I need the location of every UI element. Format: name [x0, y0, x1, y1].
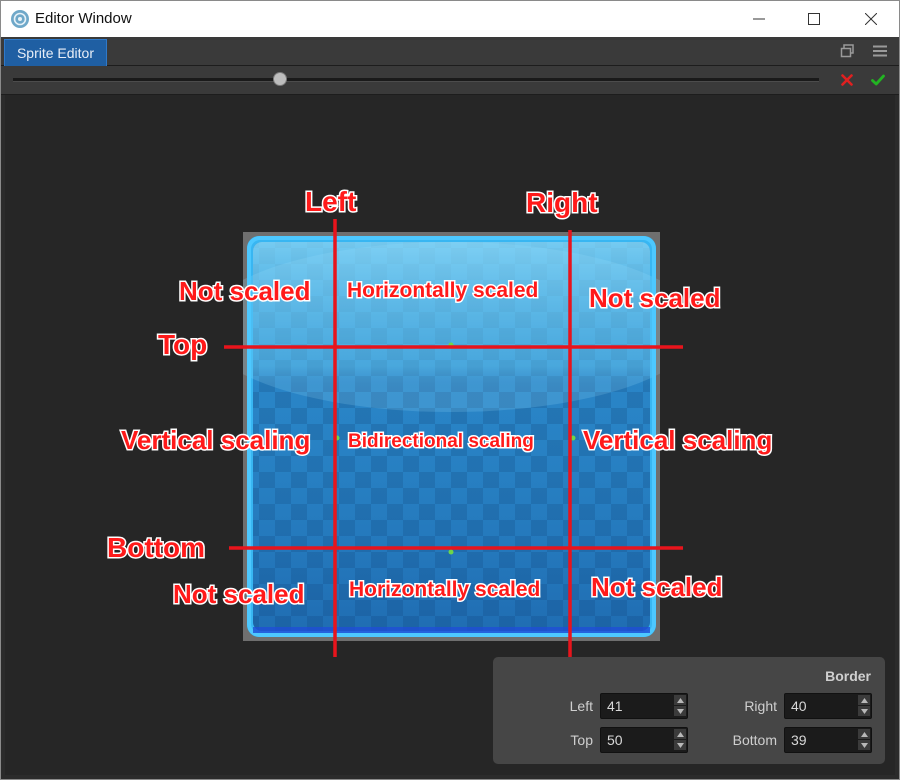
check-icon	[871, 74, 885, 86]
arrow-up-icon	[676, 697, 684, 703]
border-left-increment-button[interactable]	[674, 695, 686, 705]
label-right: Right	[526, 187, 598, 218]
label-bottom: Bottom	[107, 532, 205, 563]
border-bottom-increment-button[interactable]	[858, 729, 870, 739]
region-bottom-left: Not scaled	[173, 579, 305, 609]
border-right-field	[784, 693, 872, 719]
popout-icon[interactable]	[839, 42, 857, 60]
tab-sprite-editor[interactable]: Sprite Editor	[4, 39, 107, 66]
border-top-field	[600, 727, 688, 753]
border-bottom-decrement-button[interactable]	[858, 740, 870, 750]
border-panel-title: Border	[825, 668, 871, 684]
apply-button[interactable]	[868, 70, 888, 90]
border-right-decrement-button[interactable]	[858, 706, 870, 716]
region-mid-right: Vertical scaling	[583, 425, 772, 455]
border-top-label: Top	[570, 732, 593, 748]
border-bottom-label: Bottom	[732, 732, 777, 748]
border-bottom-input[interactable]	[785, 728, 853, 752]
border-top-input[interactable]	[601, 728, 669, 752]
x-icon	[841, 74, 853, 86]
arrow-up-icon	[860, 697, 868, 703]
maximize-button[interactable]	[786, 1, 842, 37]
arrow-down-icon	[860, 742, 868, 748]
arrow-down-icon	[676, 742, 684, 748]
border-top-increment-button[interactable]	[674, 729, 686, 739]
hamburger-menu-icon[interactable]	[871, 42, 889, 60]
border-top-decrement-button[interactable]	[674, 740, 686, 750]
editor-window: Editor Window Sprite Editor Left Right T…	[0, 0, 900, 780]
arrow-up-icon	[676, 731, 684, 737]
close-icon	[865, 13, 877, 25]
title-bar: Editor Window	[1, 1, 899, 37]
arrow-down-icon	[676, 708, 684, 714]
minimize-icon	[753, 18, 765, 20]
border-right-increment-button[interactable]	[858, 695, 870, 705]
region-mid-left: Vertical scaling	[121, 425, 310, 455]
maximize-icon	[808, 13, 820, 25]
toolbar	[1, 66, 899, 95]
border-panel: Border Left Right	[493, 657, 885, 764]
border-left-label: Left	[569, 698, 593, 714]
region-bottom-center: Horizontally scaled	[349, 578, 540, 601]
label-top: Top	[158, 329, 207, 360]
border-left-field	[600, 693, 688, 719]
zoom-slider-handle[interactable]	[272, 72, 287, 86]
region-top-center: Horizontally scaled	[347, 279, 538, 302]
app-logo-icon	[11, 10, 29, 28]
close-button[interactable]	[843, 1, 899, 37]
arrow-down-icon	[860, 708, 868, 714]
sprite-canvas[interactable]: Left Right Top Bottom Not scaled Horizon…	[5, 95, 895, 775]
region-bottom-right: Not scaled	[591, 572, 723, 602]
region-top-left: Not scaled	[179, 276, 311, 306]
zoom-slider-track[interactable]	[13, 78, 819, 82]
arrow-up-icon	[860, 731, 868, 737]
border-right-input[interactable]	[785, 694, 853, 718]
revert-button[interactable]	[837, 70, 857, 90]
label-left: Left	[305, 186, 356, 217]
region-mid-center: Bidirectional scaling	[348, 431, 534, 452]
minimize-button[interactable]	[731, 1, 787, 37]
region-top-right: Not scaled	[589, 283, 721, 313]
border-right-label: Right	[744, 698, 777, 714]
border-bottom-field	[784, 727, 872, 753]
window-title: Editor Window	[35, 10, 132, 27]
tab-bar: Sprite Editor	[1, 37, 899, 66]
border-left-decrement-button[interactable]	[674, 706, 686, 716]
border-left-input[interactable]	[601, 694, 669, 718]
